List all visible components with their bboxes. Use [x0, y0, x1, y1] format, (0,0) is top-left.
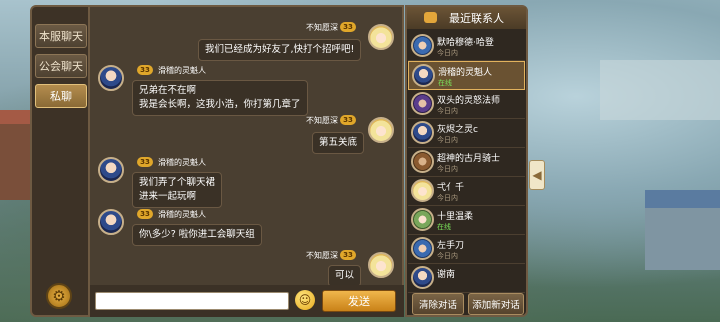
contact-avatar	[412, 64, 435, 87]
message-bubble: 我们已经成为好友了,快打个招呼吧!	[198, 39, 362, 61]
contact-name: 十里温柔	[437, 212, 474, 222]
contact-avatar	[411, 150, 434, 173]
settings-gear-icon[interactable]: ⚙	[46, 283, 72, 309]
sender-name: 滑稽的灵魁人	[158, 158, 206, 167]
channel-tabs: 本服聊天 公会聊天 私聊 ⚙	[30, 5, 90, 317]
contact-name: 滑稽的灵魁人	[438, 68, 493, 78]
contact-status: 今日内	[437, 194, 458, 202]
message-bubble: 我们弄了个聊天裙 进来一起玩啊	[132, 172, 223, 208]
message-bubble: 兄弟在不在啊 我是会长啊，这我小浩，你打第几章了	[132, 80, 308, 116]
contact-item[interactable]: 弌亻千 今日内	[408, 177, 525, 206]
contact-name: 双头的灵怒法师	[437, 96, 501, 106]
contact-avatar	[411, 121, 434, 144]
sender-name: 不知愿深	[306, 23, 338, 32]
emoji-icon[interactable]: ☺	[295, 290, 315, 310]
contact-item[interactable]: 左手刀 今日内	[408, 235, 525, 264]
tab-private-chat[interactable]: 私聊	[35, 84, 87, 108]
chat-message-input[interactable]	[95, 292, 289, 310]
send-button[interactable]: 发送	[322, 290, 396, 312]
chat-input-bar: ☺ 发送	[90, 285, 404, 317]
collapse-arrow-icon[interactable]: ◀	[529, 160, 545, 190]
player-avatar[interactable]	[368, 252, 394, 278]
contact-item[interactable]: 双头的灵怒法师 今日内	[408, 90, 525, 119]
player-avatar[interactable]	[368, 117, 394, 143]
sender-name: 滑稽的灵魁人	[158, 66, 206, 75]
contact-name: 灰烬之灵c	[437, 125, 478, 135]
contact-name: 谢南	[437, 270, 456, 280]
recent-contacts-panel: 最近联系人 默哈穆德·哈登 今日内 滑稽的灵魁人 在线 双头的灵怒法师 今日内 灰烬之灵c 今…	[405, 5, 528, 317]
contact-avatar	[411, 179, 434, 202]
sender-name: 不知愿深	[306, 251, 338, 260]
contact-avatar	[411, 237, 434, 260]
contact-status: 今日内	[437, 49, 458, 57]
tab-guild-chat[interactable]: 公会聊天	[35, 54, 87, 78]
level-badge: 33	[137, 157, 153, 167]
contact-avatar	[411, 208, 434, 231]
message-bubble: 可以	[328, 265, 362, 287]
contact-item[interactable]: 默哈穆德·哈登 今日内	[408, 32, 525, 61]
contact-status: 今日内	[437, 107, 458, 115]
contact-name: 左手刀	[437, 241, 465, 251]
message-bubble: 第五关底	[312, 132, 365, 154]
contact-status: 在线	[437, 223, 451, 231]
contact-item[interactable]: 谢南	[408, 264, 525, 293]
player-avatar[interactable]	[98, 157, 124, 183]
level-badge: 33	[340, 250, 356, 260]
chat-panel: 不知愿深 33 我们已经成为好友了,快打个招呼吧! 33 滑稽的灵魁人 兄弟在不…	[90, 5, 404, 317]
recent-contacts-title: 最近联系人	[449, 12, 504, 25]
recent-contacts-header: 最近联系人	[407, 7, 526, 29]
player-avatar[interactable]	[368, 24, 394, 50]
message-bubble: 你\多少? 啦你进工会聊天组	[132, 224, 262, 246]
contact-item[interactable]: 超神的古月骑士 今日内	[408, 148, 525, 177]
contact-status: 今日内	[437, 165, 458, 173]
contact-avatar	[411, 92, 434, 115]
contact-name: 超神的古月骑士	[437, 154, 501, 164]
contact-avatar	[411, 266, 434, 289]
contact-status: 今日内	[437, 136, 458, 144]
contact-status: 在线	[438, 79, 452, 87]
clear-chat-button[interactable]: 清除对话	[412, 293, 464, 315]
level-badge: 33	[137, 209, 153, 219]
sender-name: 滑稽的灵魁人	[158, 210, 206, 219]
contact-status: 今日内	[437, 252, 458, 260]
level-badge: 33	[137, 65, 153, 75]
bg-mist	[600, 60, 720, 120]
contact-item[interactable]: 十里温柔 在线	[408, 206, 525, 235]
contact-item[interactable]: 滑稽的灵魁人 在线	[408, 61, 525, 90]
bg-house-right	[645, 190, 720, 270]
chat-bubble-icon	[424, 12, 437, 23]
contact-name: 默哈穆德·哈登	[437, 38, 494, 48]
player-avatar[interactable]	[98, 209, 124, 235]
contact-name: 弌亻千	[437, 183, 465, 193]
contact-item[interactable]: 灰烬之灵c 今日内	[408, 119, 525, 148]
level-badge: 33	[340, 115, 356, 125]
player-avatar[interactable]	[98, 65, 124, 91]
contact-avatar	[411, 34, 434, 57]
sender-name: 不知愿深	[306, 116, 338, 125]
tab-server-chat[interactable]: 本服聊天	[35, 24, 87, 48]
level-badge: 33	[340, 22, 356, 32]
add-chat-button[interactable]: 添加新对话	[468, 293, 524, 315]
